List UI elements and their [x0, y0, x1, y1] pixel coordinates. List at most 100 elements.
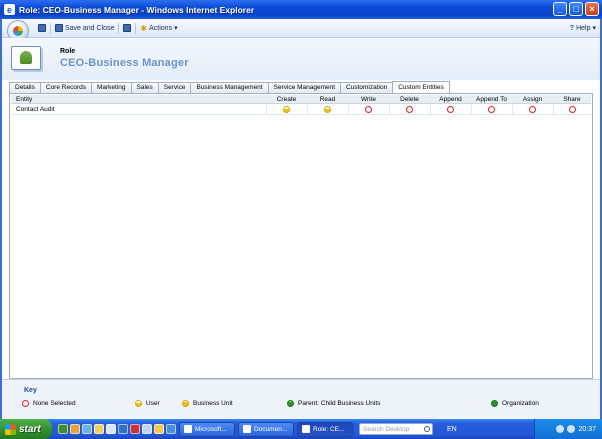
save-and-close-button[interactable]: Save and Close — [55, 24, 114, 32]
tab-customization[interactable]: Customization — [340, 82, 394, 93]
tab-service-management[interactable]: Service Management — [267, 82, 342, 93]
key-label: None Selected — [33, 400, 76, 407]
taskbar: start Microsoft... Documen... Role: CE..… — [0, 419, 602, 439]
key-item-organization: Organization — [491, 400, 539, 407]
search-icon[interactable] — [424, 426, 430, 432]
minimize-button[interactable]: _ — [553, 2, 567, 16]
none-level-icon — [568, 106, 576, 113]
save-and-close-label: Save and Close — [65, 24, 115, 32]
none-level-icon — [365, 106, 372, 113]
privilege-assign[interactable] — [512, 105, 553, 114]
quick-launch-icon[interactable] — [130, 424, 140, 434]
language-indicator[interactable]: EN — [447, 426, 457, 433]
none-level-icon — [22, 400, 29, 407]
column-header-share: Share — [563, 96, 581, 103]
column-header-delete: Delete — [400, 96, 419, 103]
key-item-user: User — [135, 400, 160, 407]
actions-menu[interactable]: ✱ Actions ▾ — [140, 24, 177, 33]
organization-level-icon — [491, 400, 498, 407]
privilege-read[interactable] — [307, 105, 348, 114]
tab-marketing[interactable]: Marketing — [90, 82, 132, 93]
key-label: Business Unit — [193, 400, 233, 407]
quick-launch — [58, 424, 176, 434]
help-menu[interactable]: ? Help ▾ — [570, 24, 596, 33]
desktop-search-input[interactable]: Search Desktop — [359, 423, 433, 435]
quick-launch-icon[interactable] — [118, 424, 128, 434]
none-level-icon — [488, 106, 495, 113]
tab-business-management[interactable]: Business Management — [190, 82, 269, 93]
maximize-button[interactable]: □ — [569, 2, 583, 16]
quick-launch-icon[interactable] — [58, 424, 68, 434]
window-title: Role: CEO-Business Manager - Windows Int… — [19, 4, 255, 15]
taskbar-item-microsoft[interactable]: Microsoft... — [179, 421, 235, 437]
table-row: Contact Audit — [11, 105, 591, 115]
tab-strip: Details Core Records Marketing Sales Ser… — [9, 81, 450, 93]
column-header-write: Write — [360, 96, 377, 103]
print-icon[interactable] — [123, 24, 132, 32]
user-level-icon — [135, 400, 142, 407]
quick-launch-icon[interactable] — [70, 424, 80, 434]
quick-launch-icon[interactable] — [106, 424, 116, 434]
taskbar-item-label: Microsoft... — [195, 425, 227, 433]
actions-label: Actions — [149, 24, 173, 32]
start-button[interactable]: start — [0, 419, 52, 439]
entity-name: Contact Audit — [16, 106, 55, 113]
taskbar-item-role[interactable]: Role: CE... — [297, 421, 353, 437]
none-level-icon — [406, 106, 413, 113]
start-label: start — [19, 423, 41, 435]
save-close-icon — [55, 24, 63, 32]
column-header-append-to: Append To — [476, 96, 507, 103]
key-item-business-unit: Business Unit — [182, 400, 233, 407]
entity-type-label: Role — [60, 48, 76, 55]
tab-details[interactable]: Details — [9, 82, 41, 93]
chevron-down-icon: ▾ — [174, 25, 178, 32]
quick-launch-icon[interactable] — [154, 424, 164, 434]
app-icon — [243, 425, 251, 433]
privilege-create[interactable] — [266, 105, 307, 114]
privilege-append[interactable] — [430, 105, 471, 114]
app-window: Save and Close ✱ Actions ▾ ? Help ▾ Role… — [2, 19, 600, 419]
volume-icon[interactable] — [567, 425, 576, 433]
none-level-icon — [529, 106, 536, 113]
app-icon — [184, 425, 192, 433]
ie-icon — [302, 425, 310, 433]
windows-logo-icon — [5, 423, 16, 435]
column-header-entity: Entity — [16, 96, 33, 103]
key-title: Key — [24, 387, 37, 394]
tab-custom-entities[interactable]: Custom Entities — [392, 81, 450, 93]
network-icon[interactable] — [556, 425, 565, 433]
none-level-icon — [447, 106, 454, 113]
toolbar-divider — [50, 22, 51, 34]
quick-launch-icon[interactable] — [166, 424, 176, 434]
quick-launch-icon[interactable] — [94, 424, 104, 434]
key-label: Parent: Child Business Units — [298, 400, 381, 407]
business-unit-level-icon — [182, 400, 189, 407]
parent-level-icon — [287, 400, 294, 407]
privilege-share[interactable] — [553, 105, 591, 114]
window-controls: _ □ × — [553, 2, 599, 16]
privileges-panel: Entity Create Read Write Delete Append A… — [9, 93, 593, 379]
user-level-icon — [283, 106, 290, 113]
toolbar-divider — [118, 22, 120, 34]
privilege-delete[interactable] — [389, 105, 430, 114]
tab-service[interactable]: Service — [157, 82, 192, 93]
system-tray: 20:37 — [534, 419, 602, 439]
key-label: Organization — [502, 400, 539, 407]
title-bar: e Role: CEO-Business Manager - Windows I… — [0, 0, 602, 19]
record-header: Role CEO-Business Manager — [2, 38, 600, 80]
taskbar-item-documents[interactable]: Documen... — [238, 421, 294, 437]
record-title: CEO-Business Manager — [60, 57, 189, 69]
quick-launch-icon[interactable] — [142, 424, 152, 434]
actions-icon: ✱ — [140, 23, 148, 33]
save-icon[interactable] — [38, 24, 46, 32]
privilege-append-to[interactable] — [471, 105, 512, 114]
close-button[interactable]: × — [585, 2, 599, 16]
column-header-assign: Assign — [522, 96, 543, 103]
clock[interactable]: 20:37 — [578, 426, 596, 433]
privilege-write[interactable] — [348, 105, 389, 114]
quick-launch-icon[interactable] — [82, 424, 92, 434]
tab-sales[interactable]: Sales — [130, 82, 159, 93]
chevron-down-icon: ▾ — [592, 25, 596, 32]
tab-core-records[interactable]: Core Records — [39, 82, 92, 93]
column-header-read: Read — [319, 96, 336, 103]
